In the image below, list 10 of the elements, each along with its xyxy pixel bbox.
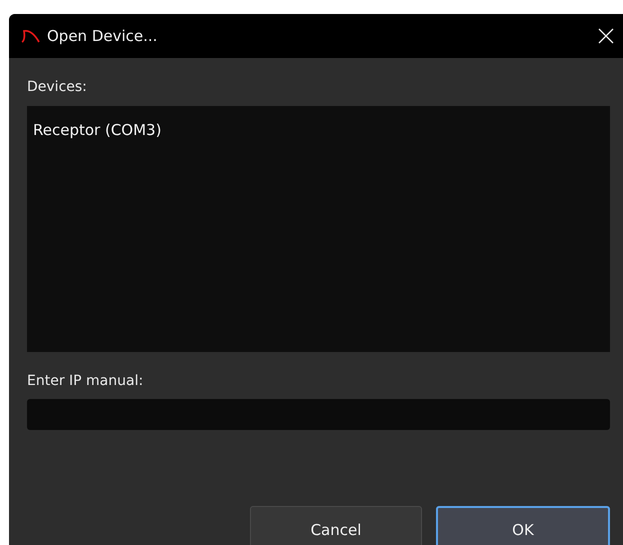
dialog-button[interactable]: OK: [436, 506, 610, 545]
ip-input-field[interactable]: [27, 399, 610, 430]
app-logo-icon: [21, 28, 41, 44]
ip-label: Enter IP manual:: [27, 372, 144, 390]
device-item[interactable]: Receptor (COM3): [33, 120, 604, 140]
dialog-button[interactable]: Cancel: [250, 506, 422, 545]
devices-label: Devices:: [27, 78, 88, 96]
device-list[interactable]: Receptor (COM3): [27, 106, 610, 352]
window-title: Open Device...: [47, 27, 158, 45]
close-icon[interactable]: [598, 28, 614, 44]
